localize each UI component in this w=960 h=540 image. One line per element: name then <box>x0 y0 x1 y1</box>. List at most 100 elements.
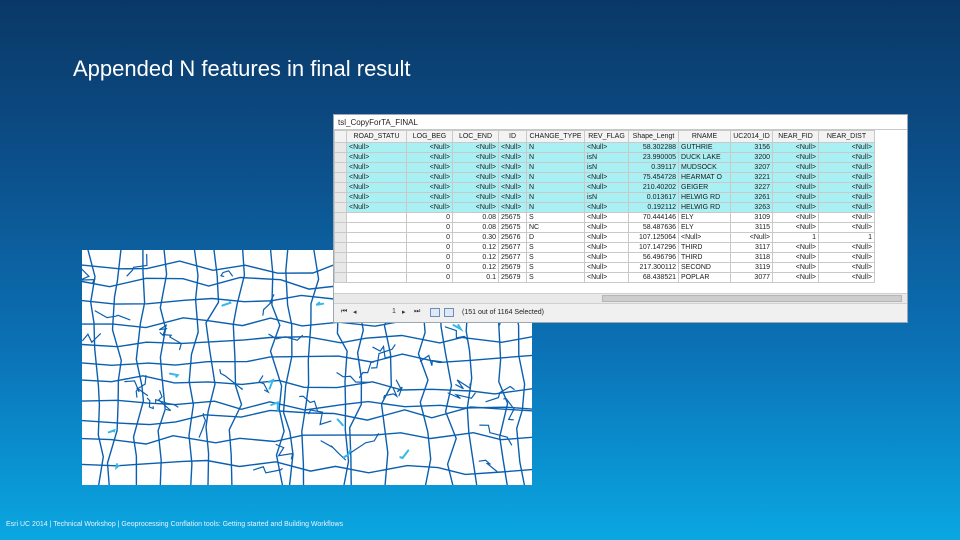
table-cell: 3109 <box>730 212 773 223</box>
table-cell: THIRD <box>678 252 731 263</box>
table-cell: <Null> <box>452 172 499 183</box>
table-cell: 25675 <box>498 222 527 233</box>
row-selector[interactable] <box>334 152 347 163</box>
table-row[interactable]: <Null> <Null> <Null> <Null> NisN 0.39117 MUDSO… <box>334 162 875 173</box>
column-header[interactable]: RNAME <box>678 130 731 143</box>
table-cell: <Null> <box>772 202 819 213</box>
column-header[interactable]: REV_FLAG <box>584 130 629 143</box>
table-cell: <Null> <box>772 212 819 223</box>
table-cell: 0 <box>406 242 453 253</box>
table-row[interactable]: 0 0.12 25677 S <Null> 56.496796 THIRD 3118 <Null… <box>334 252 875 263</box>
table-cell: <Null> <box>772 172 819 183</box>
show-selected-records-icon[interactable] <box>444 308 454 317</box>
table-cell: 0.013617 <box>628 192 679 203</box>
road-line <box>485 385 515 403</box>
previous-record-icon[interactable]: ◂ <box>353 308 357 318</box>
record-number-field[interactable]: 1 <box>392 308 396 318</box>
attribute-table[interactable]: ROAD_STATU LOG_BEG LOC_END ID CHANGE_TYPE REV… <box>334 130 875 283</box>
table-cell: POPLAR <box>678 272 731 283</box>
table-cell: 1 <box>818 232 875 243</box>
row-selector[interactable] <box>334 252 347 263</box>
table-cell: <Null> <box>818 172 875 183</box>
table-cell: 0.12 <box>452 262 499 273</box>
table-cell: 210.40202 <box>628 182 679 193</box>
row-selector-header[interactable] <box>334 130 347 143</box>
table-cell: <Null> <box>406 192 453 203</box>
row-selector[interactable] <box>334 162 347 173</box>
table-cell: DUCK LAKE <box>678 152 731 163</box>
row-selector[interactable] <box>334 232 347 243</box>
table-row[interactable]: <Null> <Null> <Null> <Null> NisN 23.990005 DUC… <box>334 152 875 163</box>
column-header[interactable]: ID <box>498 130 527 143</box>
column-header[interactable]: LOC_END <box>452 130 499 143</box>
appended-road-line <box>399 449 410 460</box>
row-selector[interactable] <box>334 172 347 183</box>
appended-road-line <box>168 372 180 378</box>
table-row[interactable]: 0 0.12 25677 S <Null> 107.147296 THIRD 3117 <Nul… <box>334 242 875 253</box>
table-cell: <Null> <box>772 252 819 263</box>
road-line <box>478 459 498 473</box>
horizontal-scrollbar[interactable] <box>334 293 907 303</box>
column-header[interactable]: NEAR_DIST <box>818 130 875 143</box>
road-line <box>132 250 146 485</box>
table-cell: 25677 <box>498 242 527 253</box>
table-cell: <Null> <box>406 162 453 173</box>
table-cell: 3200 <box>730 152 773 163</box>
table-cell: HEARMAT O <box>678 172 731 183</box>
row-selector[interactable] <box>334 142 347 153</box>
road-line <box>320 440 347 461</box>
column-header[interactable]: UC2014_ID <box>730 130 773 143</box>
table-row[interactable]: 0 0.12 25679 S <Null> 217.300112 SECOND 3119 <Nu… <box>334 262 875 273</box>
table-cell: 0 <box>406 262 453 273</box>
scrollbar-thumb[interactable] <box>602 295 902 302</box>
table-row[interactable]: 0 0.1 25679 S <Null> 68.438521 POPLAR 3077 <Null… <box>334 272 875 283</box>
selection-status: (151 out of 1164 Selected) <box>462 309 544 316</box>
table-row[interactable]: <Null> <Null> <Null> <Null> NisN 0.013617 HELW… <box>334 192 875 203</box>
table-cell: <Null> <box>452 192 499 203</box>
table-cell: <Null> <box>730 232 773 243</box>
table-cell: 0.192112 <box>628 202 679 213</box>
table-cell: 107.125064 <box>628 232 679 243</box>
table-cell: <Null> <box>498 182 527 193</box>
road-line <box>419 354 442 366</box>
column-header[interactable]: Shape_Lengt <box>628 130 679 143</box>
table-row[interactable]: 0 0.08 25675 S <Null> 70.444146 ELY 3109 <Null> <… <box>334 212 875 223</box>
column-header[interactable]: NEAR_FID <box>772 130 819 143</box>
row-selector[interactable] <box>334 262 347 273</box>
table-row[interactable]: <Null> <Null> <Null> <Null> N <Null> 58.302288… <box>334 142 875 153</box>
show-all-records-icon[interactable] <box>430 308 440 317</box>
next-record-icon[interactable]: ▸ <box>402 308 406 318</box>
first-record-icon[interactable]: ⏮ <box>341 308 347 318</box>
table-cell <box>346 222 407 233</box>
row-selector[interactable] <box>334 212 347 223</box>
table-row[interactable]: <Null> <Null> <Null> <Null> N <Null> 75.454728… <box>334 172 875 183</box>
last-record-icon[interactable]: ⏭ <box>414 308 420 318</box>
table-row[interactable]: 0 0.30 25676 D <Null> 107.125064 <Null> <Null> 1… <box>334 232 875 243</box>
row-selector[interactable] <box>334 202 347 213</box>
attribute-grid[interactable]: ROAD_STATU LOG_BEG LOC_END ID CHANGE_TYPE REV… <box>334 130 907 293</box>
table-cell: S <box>526 272 585 283</box>
table-cell: N <box>526 182 585 193</box>
table-cell: <Null> <box>584 212 629 223</box>
table-cell: <Null> <box>346 152 407 163</box>
table-cell: <Null> <box>584 182 629 193</box>
table-row[interactable]: <Null> <Null> <Null> <Null> N <Null> 210.40202… <box>334 182 875 193</box>
row-selector[interactable] <box>334 222 347 233</box>
attribute-table-window[interactable]: tsl_CopyForTA_FINAL ROAD_STATU LOG_BEG LOC… <box>333 114 908 323</box>
table-cell: 3261 <box>730 192 773 203</box>
row-selector[interactable] <box>334 192 347 203</box>
column-header[interactable]: CHANGE_TYPE <box>526 130 585 143</box>
table-cell: <Null> <box>498 152 527 163</box>
table-row[interactable]: <Null> <Null> <Null> <Null> N <Null> 0.192112 H… <box>334 202 875 213</box>
table-cell: D <box>526 232 585 243</box>
table-row[interactable]: 0 0.08 25675 NC <Null> 58.487636 ELY 3115 <Null>… <box>334 222 875 233</box>
column-header[interactable]: LOG_BEG <box>406 130 453 143</box>
column-header[interactable]: ROAD_STATU <box>346 130 407 143</box>
row-selector[interactable] <box>334 272 347 283</box>
table-cell: <Null> <box>584 252 629 263</box>
table-cell: 107.147296 <box>628 242 679 253</box>
row-selector[interactable] <box>334 242 347 253</box>
row-selector[interactable] <box>334 182 347 193</box>
table-cell: 3221 <box>730 172 773 183</box>
table-cell: <Null> <box>584 202 629 213</box>
